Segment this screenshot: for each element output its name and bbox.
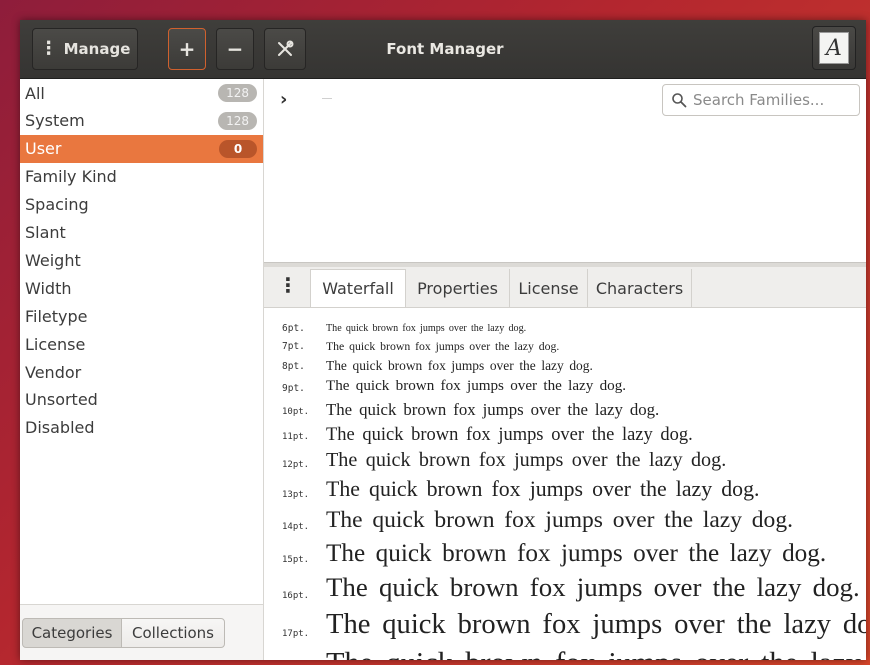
sidebar-item-vendor[interactable]: Vendor — [20, 358, 263, 386]
size-label: 11pt. — [282, 432, 310, 443]
sidebar-item-user[interactable]: User 0 — [20, 134, 263, 163]
category-sidebar: All 128 System 128 User 0 Family Kind Spacing Sl… — [20, 79, 264, 660]
count-badge: 0 — [219, 139, 257, 158]
collections-toggle-button[interactable]: Collections — [121, 618, 225, 648]
sample-text: The quick brown fox jumps over the lazy … — [326, 340, 560, 353]
waterfall-row: 7pt. The quick brown fox jumps over the l… — [264, 340, 866, 354]
waterfall-row: 16pt. The quick brown fox jumps over the … — [264, 572, 866, 604]
tools-icon — [278, 40, 294, 56]
preview-tab-bar: ⋮ Waterfall Properties License Character… — [264, 267, 866, 308]
sidebar-item-label: System — [25, 111, 85, 131]
tools-button[interactable] — [264, 28, 306, 70]
sidebar-item-disabled[interactable]: Disabled — [20, 414, 263, 442]
sidebar-item-label: Weight — [25, 250, 81, 270]
sidebar-item-weight[interactable]: Weight — [20, 246, 263, 274]
sidebar-item-width[interactable]: Width — [20, 274, 263, 302]
expand-chevron-icon[interactable]: › — [280, 89, 287, 110]
size-label: 14pt. — [282, 521, 310, 532]
count-badge: 128 — [218, 111, 257, 130]
sample-text: The quick brown fox jumps over the lazy … — [326, 323, 527, 334]
sample-text: The quick brown fox jumps over the lazy … — [326, 609, 866, 641]
waterfall-row: 13pt. The quick brown fox jumps over the … — [264, 477, 866, 503]
sidebar-item-label: Family Kind — [25, 167, 117, 187]
font-family-list[interactable] — [264, 121, 866, 262]
sample-text: The quick brown fox jumps over the lazy … — [326, 377, 627, 394]
sidebar-item-filetype[interactable]: Filetype — [20, 302, 263, 330]
size-label: 15pt. — [282, 555, 310, 566]
waterfall-row: 17pt. The quick brown fox jumps over the … — [264, 608, 866, 642]
sidebar-item-slant[interactable]: Slant — [20, 219, 263, 247]
header-bar: ⋮ Manage + − Font Manager A — [20, 20, 866, 79]
tab-license[interactable]: License — [510, 269, 588, 307]
sidebar-item-unsorted[interactable]: Unsorted — [20, 386, 263, 414]
font-preview-button[interactable]: A — [812, 26, 856, 70]
window-title: Font Manager — [386, 40, 504, 58]
size-label: 12pt. — [282, 460, 310, 471]
remove-font-button[interactable]: − — [216, 28, 254, 70]
waterfall-row: 9pt. The quick brown fox jumps over the l… — [264, 378, 866, 396]
sample-text: The quick brown fox jumps over the lazy … — [326, 572, 860, 603]
sidebar-item-label: Width — [25, 278, 72, 298]
sample-text: The quick brown fox jumps over the lazy … — [326, 449, 727, 472]
waterfall-row: 12pt. The quick brown fox jumps over the … — [264, 449, 866, 473]
search-families-field[interactable] — [662, 84, 860, 116]
waterfall-row: 18pt.The quick brown fox jumps over the … — [264, 646, 866, 660]
add-font-button[interactable]: + — [168, 28, 206, 70]
waterfall-preview: 6pt. The quick brown fox jumps over the l… — [264, 308, 866, 660]
sidebar-item-license[interactable]: License — [20, 330, 263, 358]
sample-text: The quick brown fox jumps over the lazy … — [326, 539, 827, 567]
waterfall-row: 6pt. The quick brown fox jumps over the l… — [264, 322, 866, 336]
sidebar-item-all[interactable]: All 128 — [20, 79, 263, 107]
size-label: 16pt. — [282, 591, 310, 602]
sidebar-item-system[interactable]: System 128 — [20, 107, 263, 135]
sidebar-item-label: Disabled — [25, 418, 95, 438]
manage-menu-button[interactable]: ⋮ Manage — [32, 28, 138, 70]
size-label: 7pt. — [282, 341, 305, 352]
family-toolbar: › — [264, 79, 866, 122]
minus-icon: − — [226, 37, 244, 61]
sidebar-item-spacing[interactable]: Spacing — [20, 191, 263, 219]
sample-text: The quick brown fox jumps over the lazy … — [326, 477, 760, 502]
sidebar-item-label: All — [25, 83, 45, 103]
sample-text: The quick brown fox jumps over the lazy … — [326, 399, 660, 419]
font-document-icon: A — [819, 32, 849, 64]
sidebar-item-label: Spacing — [25, 195, 89, 215]
waterfall-row: 15pt. The quick brown fox jumps over the … — [264, 539, 866, 569]
divider — [322, 98, 332, 99]
tab-properties[interactable]: Properties — [406, 269, 510, 307]
size-label: 13pt. — [282, 489, 310, 500]
plus-icon: + — [178, 37, 196, 61]
sample-text: The quick brown fox jumps over the lazy … — [326, 506, 793, 533]
waterfall-row: 14pt. The quick brown fox jumps over the … — [264, 507, 866, 535]
tab-waterfall[interactable]: Waterfall — [310, 269, 406, 307]
sidebar-footer: Categories Collections — [20, 604, 263, 660]
sidebar-item-label: Filetype — [25, 306, 88, 326]
search-icon — [672, 93, 687, 108]
sample-text: The quick brown fox jumps over the lazy … — [326, 423, 693, 444]
size-label: 9pt. — [282, 382, 305, 394]
vertical-dots-icon: ⋮ — [39, 38, 58, 59]
sidebar-item-label: Slant — [25, 223, 66, 242]
sidebar-item-label: Unsorted — [25, 390, 98, 410]
size-label: 10pt. — [282, 406, 310, 417]
vertical-dots-icon[interactable]: ⋮ — [278, 275, 298, 295]
font-manager-window: ⋮ Manage + − Font Manager A All 128 System… — [20, 20, 866, 660]
sample-text: The quick brown fox jumps over the lazy … — [326, 646, 866, 660]
waterfall-row: 10pt. The quick brown fox jumps over the … — [264, 400, 866, 420]
tab-characters[interactable]: Characters — [588, 269, 692, 307]
manage-label: Manage — [63, 40, 131, 58]
size-label: 8pt. — [282, 360, 305, 372]
size-label: 17pt. — [282, 628, 310, 639]
search-input[interactable] — [693, 91, 853, 109]
sidebar-item-family-kind[interactable]: Family Kind — [20, 163, 263, 191]
sidebar-item-label: Vendor — [25, 362, 82, 382]
waterfall-row: 11pt. The quick brown fox jumps over the … — [264, 424, 866, 446]
sidebar-item-label: User — [25, 139, 62, 159]
sidebar-item-label: License — [25, 334, 86, 354]
categories-toggle-button[interactable]: Categories — [22, 618, 122, 648]
count-badge: 128 — [218, 84, 257, 102]
waterfall-row: 8pt. The quick brown fox jumps over the l… — [264, 358, 866, 374]
sample-text: The quick brown fox jumps over the lazy … — [326, 358, 593, 373]
size-label: 6pt. — [282, 323, 305, 334]
